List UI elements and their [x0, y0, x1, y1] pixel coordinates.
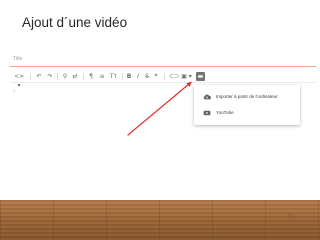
link-icon[interactable]: ⊂⊃ — [169, 72, 179, 81]
code-view-icon[interactable]: <> ▾ — [13, 72, 25, 89]
dropdown-item-label: YouTube — [216, 110, 234, 115]
video-insert-dropdown: Importer à partir de l'ordinateur YouTub… — [194, 85, 300, 125]
format-icon[interactable]: ¶ — [87, 72, 95, 81]
title-placeholder: Title — [13, 56, 23, 62]
toolbar-divider — [83, 73, 84, 80]
text-size-icon[interactable]: Tт — [109, 72, 118, 81]
toolbar-divider — [164, 73, 165, 80]
redo-icon[interactable]: ↷ — [46, 72, 54, 81]
search-icon[interactable]: ⚲ — [61, 72, 69, 81]
toolbar-divider — [30, 73, 31, 80]
page-number: 32 — [287, 214, 294, 220]
toolbar-divider — [57, 73, 58, 80]
replace-icon[interactable]: ⇄ — [71, 72, 79, 81]
image-icon[interactable]: ▣ ▾ — [181, 72, 192, 81]
line-number: 1 — [13, 88, 16, 93]
quote-icon[interactable]: ❝ — [152, 72, 160, 81]
slide-title: Ajout d´une vidéo — [22, 15, 128, 30]
dropdown-item-label: Importer à partir de l'ordinateur — [216, 94, 278, 99]
undo-icon[interactable]: ↶ — [35, 72, 43, 81]
cloud-upload-icon — [203, 94, 211, 100]
strikethrough-icon[interactable]: S̶ — [143, 72, 151, 81]
video-icon[interactable]: ▬ — [196, 72, 205, 81]
paragraph-icon[interactable]: ≡ — [98, 72, 106, 81]
wooden-floor-background — [0, 200, 320, 240]
bold-icon[interactable]: B — [125, 72, 133, 81]
dropdown-item-youtube[interactable]: YouTube — [194, 105, 300, 121]
italic-icon[interactable]: I — [134, 72, 142, 81]
editor-toolbar: <> ▾ ↶ ↷ ⚲ ⇄ ¶ ≡ Tт B I S̶ ❝ ⊂⊃ ▣ ▾ ▬ — [10, 70, 316, 89]
title-field[interactable]: Title — [10, 53, 316, 67]
youtube-icon — [203, 110, 211, 116]
toolbar-divider — [122, 73, 123, 80]
dropdown-item-upload[interactable]: Importer à partir de l'ordinateur — [194, 89, 300, 105]
